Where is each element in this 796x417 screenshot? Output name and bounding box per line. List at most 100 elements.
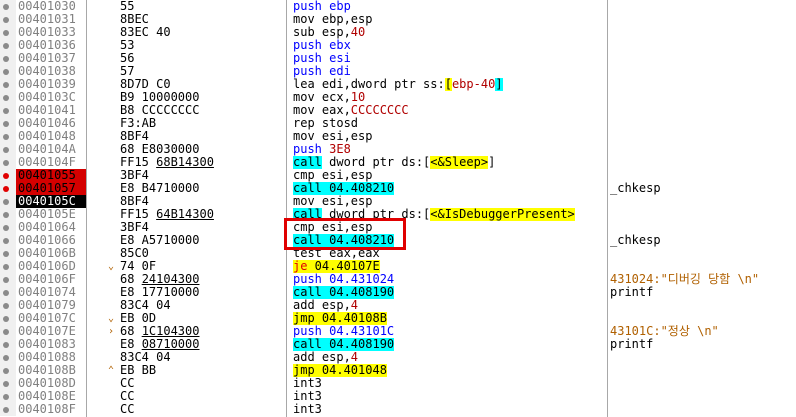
gutter[interactable] [0, 247, 16, 260]
instruction-token: add esp, [293, 351, 351, 364]
disasm-row[interactable]: 00401031 8BEC mov ebp,esp [0, 13, 796, 26]
instruction-token: mov eax, [293, 104, 351, 117]
gutter[interactable] [0, 377, 16, 390]
gutter[interactable] [0, 52, 16, 65]
disasm-row[interactable]: 0040107E › 68 1C104300 push 04.43101C 43101C… [0, 325, 796, 338]
instruction-cell: mov esi,esp [293, 130, 607, 143]
disasm-row[interactable]: 0040104A 68 E8030000 push 3E8 [0, 143, 796, 156]
gutter[interactable] [0, 221, 16, 234]
address-cell: 00401064 [18, 221, 76, 234]
gutter[interactable] [0, 65, 16, 78]
bullet-icon [3, 30, 9, 36]
comment-cell [610, 312, 796, 325]
disasm-row[interactable]: 00401037 56 push esi [0, 52, 796, 65]
instruction-token: 04.401048 [314, 364, 387, 377]
disasm-row[interactable]: 0040108B ⌃ EB BB jmp 04.401048 [0, 364, 796, 377]
gutter[interactable] [0, 299, 16, 312]
disasm-row[interactable]: 00401033 83EC 40 sub esp,40 [0, 26, 796, 39]
jump-arrow-icon [104, 104, 118, 117]
gutter[interactable] [0, 286, 16, 299]
gutter[interactable] [0, 364, 16, 377]
disasm-row[interactable]: 0040106D ⌄ 74 0F je 04.40107E [0, 260, 796, 273]
gutter[interactable] [0, 195, 16, 208]
bytes-cell: 74 0F [120, 260, 286, 273]
disasm-row[interactable]: 0040108D CC int3 [0, 377, 796, 390]
gutter[interactable] [0, 26, 16, 39]
disasm-row[interactable]: 0040104F FF15 68B14300 call dword ptr ds:[… [0, 156, 796, 169]
gutter[interactable] [0, 13, 16, 26]
jump-arrow-icon [104, 91, 118, 104]
disasm-row[interactable]: 0040105C 8BF4 mov esi,esp [0, 195, 796, 208]
gutter[interactable] [0, 117, 16, 130]
gutter[interactable] [0, 182, 16, 195]
comment-cell: _chkesp [610, 182, 661, 195]
jump-arrow-icon [104, 52, 118, 65]
disasm-row[interactable]: 00401036 53 push ebx [0, 39, 796, 52]
disasm-row[interactable]: 00401048 8BF4 mov esi,esp [0, 130, 796, 143]
disasm-row[interactable]: 0040108F CC int3 [0, 403, 796, 416]
bytes-text: 83C4 04 [120, 351, 171, 364]
bytes-cell: 85C0 [120, 247, 286, 260]
disasm-row[interactable]: 00401030 55 push ebp [0, 0, 796, 13]
comment-cell [610, 91, 796, 104]
jump-arrow-icon: ⌄ [107, 261, 115, 272]
instruction-cell: mov ebp,esp [293, 13, 607, 26]
disasm-row[interactable]: 00401046 F3:AB rep stosd [0, 117, 796, 130]
disasm-row[interactable]: 00401064 3BF4 cmp esi,esp [0, 221, 796, 234]
disasm-row[interactable]: 0040103C B9 10000000 mov ecx,10 [0, 91, 796, 104]
gutter[interactable] [0, 260, 16, 273]
jump-arrow-icon [104, 182, 118, 195]
gutter[interactable] [0, 325, 16, 338]
bytes-text: 53 [120, 39, 135, 52]
instruction-token: 04.408210 [321, 182, 395, 195]
gutter[interactable] [0, 78, 16, 91]
gutter[interactable] [0, 234, 16, 247]
disasm-row[interactable]: 00401083 E8 08710000 call 04.408190 printf [0, 338, 796, 351]
gutter[interactable] [0, 273, 16, 286]
jump-arrow-icon [104, 169, 118, 182]
disasm-row[interactable]: 0040105E FF15 64B14300 call dword ptr ds:[… [0, 208, 796, 221]
disasm-row[interactable]: 0040106B 85C0 test eax,eax [0, 247, 796, 260]
gutter[interactable] [0, 351, 16, 364]
disasm-row[interactable]: 00401039 8D7D C0 lea edi,dword ptr ss:[ebp… [0, 78, 796, 91]
disasm-row[interactable]: 0040106F 68 24104300 push 04.431024 431024:… [0, 273, 796, 286]
gutter[interactable] [0, 0, 16, 13]
bytes-text: F3:AB [120, 117, 157, 130]
bullet-icon [3, 355, 9, 361]
gutter[interactable] [0, 39, 16, 52]
disasm-row[interactable]: 00401041 B8 CCCCCCCC mov eax,CCCCCCCC [0, 104, 796, 117]
gutter[interactable] [0, 104, 16, 117]
instruction-token: ] [488, 156, 496, 169]
disassembly-view[interactable]: 00401030 55 push ebp 00401031 8BEC mov ebp,es… [0, 0, 796, 417]
disasm-row[interactable]: 00401079 83C4 04 add esp,4 [0, 299, 796, 312]
disasm-row[interactable]: 0040108E CC int3 [0, 390, 796, 403]
instruction-token: sub esp, [293, 26, 351, 39]
address-cell: 0040107E [18, 325, 76, 338]
gutter[interactable] [0, 91, 16, 104]
instruction-cell: push ebp [293, 0, 607, 13]
gutter[interactable] [0, 390, 16, 403]
gutter[interactable] [0, 156, 16, 169]
disasm-row[interactable]: 00401088 83C4 04 add esp,4 [0, 351, 796, 364]
instruction-cell: call 04.408190 [293, 338, 607, 351]
gutter[interactable] [0, 312, 16, 325]
address-cell: 0040108E [18, 390, 76, 403]
disasm-row[interactable]: 00401057 E8 B4710000 call 04.408210 _chkesp [0, 182, 796, 195]
gutter[interactable] [0, 169, 16, 182]
disasm-row[interactable]: 00401055 3BF4 cmp esi,esp [0, 169, 796, 182]
gutter[interactable] [0, 143, 16, 156]
gutter[interactable] [0, 208, 16, 221]
disasm-row[interactable]: 0040107C ⌄ EB 0D jmp 04.40108B [0, 312, 796, 325]
gutter[interactable] [0, 338, 16, 351]
gutter[interactable] [0, 130, 16, 143]
instruction-cell: cmp esi,esp [293, 221, 607, 234]
jump-arrow-icon: ⌄ [107, 313, 115, 324]
bullet-icon [3, 147, 9, 153]
instruction-token: mov esi,esp [293, 130, 373, 143]
jump-arrow-icon [104, 39, 118, 52]
disasm-row[interactable]: 00401038 57 push edi [0, 65, 796, 78]
disasm-row[interactable]: 00401074 E8 17710000 call 04.408190 printf [0, 286, 796, 299]
instruction-token: 04.408190 [321, 338, 395, 351]
disasm-row[interactable]: 00401066 E8 A5710000 call 04.408210 _chkesp [0, 234, 796, 247]
gutter[interactable] [0, 403, 16, 416]
